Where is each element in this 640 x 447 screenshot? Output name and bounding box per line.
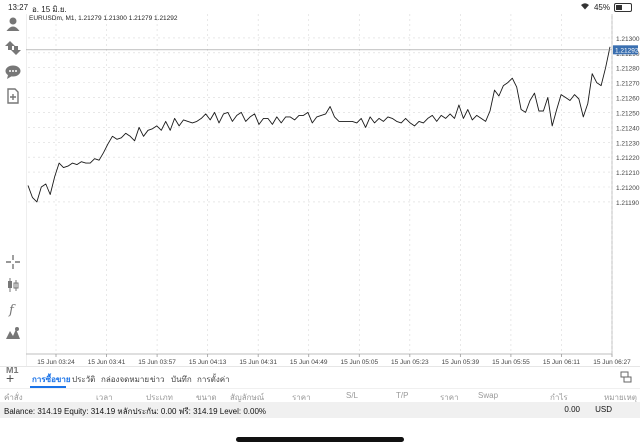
x-tick-label: 15 Jun 04:13 — [189, 359, 227, 366]
svg-text:f: f — [8, 303, 16, 317]
x-tick-label: 15 Jun 03:57 — [138, 359, 176, 366]
total-profit: 0.00 — [564, 405, 580, 414]
x-tick-label: 15 Jun 05:39 — [442, 359, 480, 366]
x-tick-label: 15 Jun 03:41 — [88, 359, 126, 366]
y-tick-label: 1.21200 — [616, 185, 640, 192]
y-tick-label: 1.21260 — [616, 96, 640, 103]
wifi-icon — [580, 2, 590, 12]
col-sl: S/L — [346, 391, 359, 400]
chart-canvas[interactable]: 1.213001.212901.212801.212701.212601.212… — [26, 14, 640, 366]
current-price-label: 1.21292 — [615, 48, 639, 55]
chat-icon[interactable] — [4, 63, 22, 81]
x-tick-label: 15 Jun 05:55 — [492, 359, 530, 366]
new-order-button[interactable]: + — [6, 370, 14, 386]
new-document-icon[interactable] — [4, 87, 22, 105]
home-indicator — [236, 437, 404, 442]
x-tick-label: 15 Jun 06:11 — [543, 359, 580, 366]
status-indicators: 45% — [580, 2, 632, 12]
tab-trade[interactable]: การซื้อขาย — [32, 373, 71, 386]
price-chart[interactable]: 1.213001.212901.212801.212701.212601.212… — [26, 14, 640, 366]
trade-arrows-icon[interactable] — [4, 39, 22, 57]
objects-icon[interactable] — [4, 324, 22, 342]
y-tick-label: 1.21300 — [616, 36, 640, 43]
account-icon[interactable] — [4, 15, 22, 33]
y-tick-label: 1.21220 — [616, 155, 640, 162]
tab-mailbox[interactable]: กล่องจดหมาย — [101, 373, 149, 386]
y-tick-label: 1.21210 — [616, 170, 640, 177]
balance-row: Balance: 314.19 Equity: 314.19 หลักประกั… — [0, 402, 640, 418]
x-tick-label: 15 Jun 05:23 — [391, 359, 429, 366]
col-swap: Swap — [478, 391, 499, 400]
trade-table-header: คำสั่ง เวลา ประเภท ขนาด สัญลักษณ์ ราคา S… — [0, 388, 640, 403]
clock: 13:27 — [8, 3, 29, 12]
x-tick-label: 15 Jun 04:31 — [239, 359, 277, 366]
tab-settings[interactable]: การตั้งค่า — [197, 373, 230, 386]
y-tick-label: 1.21280 — [616, 66, 640, 73]
price-series-line — [27, 46, 611, 203]
battery-icon — [614, 2, 632, 12]
candlestick-icon[interactable] — [4, 276, 22, 294]
tab-news[interactable]: ข่าว — [150, 373, 164, 386]
tab-history[interactable]: ประวัติ — [72, 373, 95, 386]
status-bar: 13:27 อ. 15 มิ.ย. 45% — [0, 0, 640, 14]
x-tick-label: 15 Jun 04:49 — [290, 359, 328, 366]
layout-toggle-icon[interactable] — [620, 371, 632, 383]
y-tick-label: 1.21230 — [616, 140, 640, 147]
battery-percent: 45% — [593, 2, 610, 12]
x-tick-label: 15 Jun 05:05 — [340, 359, 378, 366]
currency: USD — [595, 405, 612, 414]
tab-journal[interactable]: บันทึก — [171, 373, 192, 386]
left-toolbar: f M1 — [0, 14, 27, 375]
y-tick-label: 1.21240 — [616, 125, 640, 132]
y-tick-label: 1.21270 — [616, 81, 640, 88]
x-tick-label: 15 Jun 06:27 — [593, 359, 631, 366]
col-tp: T/P — [396, 391, 409, 400]
x-tick-label: 15 Jun 03:24 — [37, 359, 75, 366]
indicator-function-icon[interactable]: f — [4, 300, 22, 318]
toolbox-tabs-bar: + การซื้อขาย ประวัติ กล่องจดหมาย ข่าว บั… — [0, 366, 640, 389]
y-tick-label: 1.21190 — [616, 200, 639, 207]
balance-summary: Balance: 314.19 Equity: 314.19 หลักประกั… — [4, 407, 267, 416]
crosshair-icon[interactable] — [4, 253, 22, 271]
y-tick-label: 1.21250 — [616, 110, 640, 117]
chart-title: EURUSDm, M1, 1.21279 1.21300 1.21279 1.2… — [29, 15, 178, 22]
